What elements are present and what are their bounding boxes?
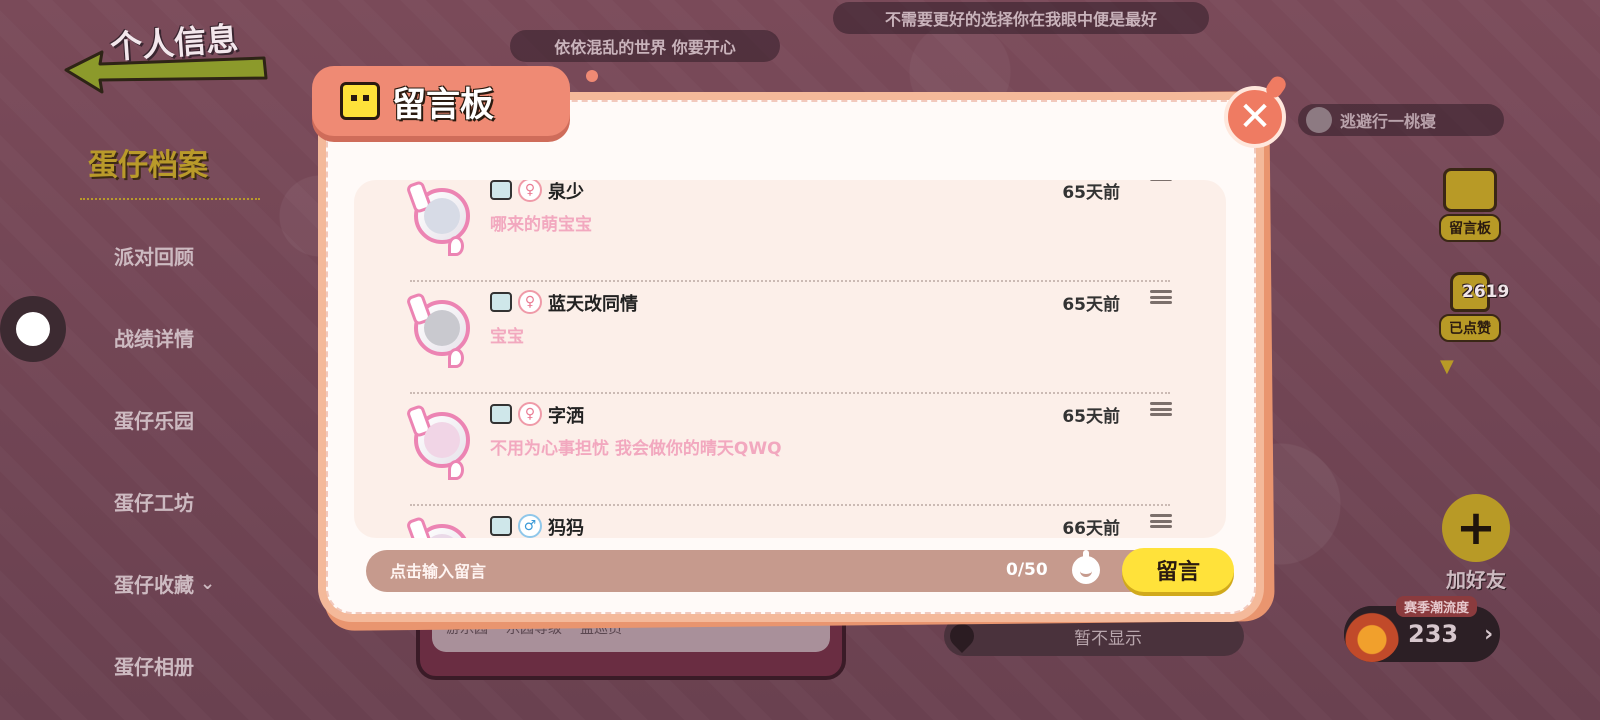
avatar[interactable] <box>414 188 470 256</box>
user-badges: ♂ <box>490 514 542 538</box>
side-nav-header[interactable]: 蛋仔档案 <box>80 130 260 200</box>
badge-icon <box>1306 107 1332 133</box>
message-board-icon <box>340 82 380 120</box>
trend-value: 233 <box>1408 620 1459 648</box>
message-board-icon <box>1443 168 1497 212</box>
sidebar-item-collection[interactable]: 蛋仔收藏 ⌄ <box>80 542 260 624</box>
modal-header: 留言板 <box>312 66 570 136</box>
list-item: ♀ 泉少 65天前 哪来的萌宝宝 <box>354 180 1226 282</box>
female-icon: ♀ <box>518 402 542 426</box>
motto-banner: 依依混乱的世界 你要开心 <box>510 30 780 62</box>
message-board-shortcut-label: 留言板 <box>1439 214 1501 242</box>
chevron-down-icon: ⌄ <box>200 572 216 594</box>
message-time: 66天前 <box>1062 519 1120 538</box>
message-board-shortcut[interactable]: 留言板 <box>1410 168 1530 242</box>
message-text: 不用为心事担忧 我会做你的晴天QWQ <box>490 439 782 459</box>
like-count: 2619 <box>1462 282 1510 302</box>
close-icon: ✕ <box>1238 94 1272 140</box>
sidebar-item-album[interactable]: 蛋仔相册 <box>80 624 260 706</box>
cake-badge-icon <box>490 180 512 200</box>
cake-badge-icon <box>490 516 512 536</box>
char-count: 0/50 <box>1006 560 1048 580</box>
message-list[interactable]: ♀ 泉少 65天前 哪来的萌宝宝 ♀ 蓝天改同情 65天前 宝宝 ♀ 字洒 65… <box>354 180 1226 538</box>
message-time: 65天前 <box>1062 407 1120 427</box>
sidebar-item-label: 蛋仔相册 <box>114 654 194 679</box>
cake-badge-icon <box>490 292 512 312</box>
user-badges: ♀ <box>490 290 542 314</box>
sidebar-item-workshop[interactable]: 蛋仔工坊 <box>80 460 260 542</box>
message-menu-icon[interactable] <box>1150 180 1172 196</box>
close-button[interactable]: ✕ <box>1224 86 1286 148</box>
sidebar-item-label: 蛋仔工坊 <box>114 490 194 515</box>
sidebar-item-battle-details[interactable]: 战绩详情 <box>80 296 260 378</box>
message-input-bar: 0/50 留言 <box>366 548 1234 592</box>
page-title: 个人信息 <box>108 19 240 67</box>
flame-icon <box>1344 606 1400 662</box>
cake-badge-icon <box>490 404 512 424</box>
plus-icon: + <box>1442 494 1510 562</box>
list-item: ♀ 字洒 65天前 不用为心事担忧 我会做你的晴天QWQ <box>354 394 1226 506</box>
like-label: 已点赞 <box>1439 314 1501 342</box>
message-menu-icon[interactable] <box>1150 510 1172 532</box>
avatar[interactable] <box>414 300 470 368</box>
expand-chevron-icon[interactable]: ▼ <box>1440 356 1454 377</box>
floating-ball-icon <box>16 312 50 346</box>
user-badges: ♀ <box>490 180 542 202</box>
list-item: ♀ 蓝天改同情 65天前 宝宝 <box>354 282 1226 394</box>
avatar-image <box>424 422 460 458</box>
message-time: 65天前 <box>1062 183 1120 203</box>
sidebar-item-label: 蛋仔收藏 <box>114 572 194 597</box>
male-icon: ♂ <box>518 514 542 538</box>
sidebar-item-label: 战绩详情 <box>114 326 194 351</box>
title-banner-text: 逃避行一桃寝 <box>1340 112 1437 131</box>
message-time: 65天前 <box>1062 295 1120 315</box>
message-menu-icon[interactable] <box>1150 398 1172 420</box>
add-friend-button[interactable]: + 加好友 <box>1426 494 1526 593</box>
trend-label: 赛季潮流度 <box>1396 596 1478 617</box>
message-text: 哪来的萌宝宝 <box>490 215 592 235</box>
profile-header: 个人信息 <box>60 18 268 94</box>
message-author[interactable]: 蓝天改同情 <box>548 290 638 316</box>
signature-banner: 不需要更好的选择你在我眼中便是最好 <box>833 2 1209 34</box>
message-menu-icon[interactable] <box>1150 286 1172 308</box>
season-trend-widget[interactable]: 赛季潮流度 233 › <box>1344 596 1500 662</box>
user-badges: ♀ <box>490 402 542 426</box>
avatar-image <box>424 310 460 346</box>
list-item: ♂ 犸犸 66天前 <box>354 506 1226 538</box>
message-author[interactable]: 泉少 <box>548 180 584 204</box>
title-banner[interactable]: 逃避行一桃寝 <box>1298 104 1504 136</box>
message-text: 宝宝 <box>490 327 524 347</box>
sidebar-item-label: 派对回顾 <box>114 244 194 269</box>
add-friend-label: 加好友 <box>1446 568 1506 592</box>
side-nav: 蛋仔档案 派对回顾 战绩详情 蛋仔乐园 蛋仔工坊 蛋仔收藏 ⌄ 蛋仔相册 <box>80 130 260 706</box>
avatar[interactable] <box>414 412 470 480</box>
submit-message-button[interactable]: 留言 <box>1122 548 1234 592</box>
floating-assistant-button[interactable] <box>0 296 66 362</box>
avatar[interactable] <box>414 524 470 538</box>
sidebar-item-party-review[interactable]: 派对回顾 <box>80 214 260 296</box>
sidebar-item-paradise[interactable]: 蛋仔乐园 <box>80 378 260 460</box>
message-author[interactable]: 字洒 <box>548 402 584 428</box>
female-icon: ♀ <box>518 290 542 314</box>
avatar-image <box>424 534 460 538</box>
message-author[interactable]: 犸犸 <box>548 514 584 538</box>
sidebar-item-label: 蛋仔乐园 <box>114 408 194 433</box>
avatar-image <box>424 198 460 234</box>
modal-title: 留言板 <box>392 84 494 125</box>
emoji-icon[interactable] <box>1072 550 1100 584</box>
decorative-dot <box>586 70 598 82</box>
chevron-right-icon: › <box>1484 621 1494 647</box>
female-icon: ♀ <box>518 180 542 202</box>
